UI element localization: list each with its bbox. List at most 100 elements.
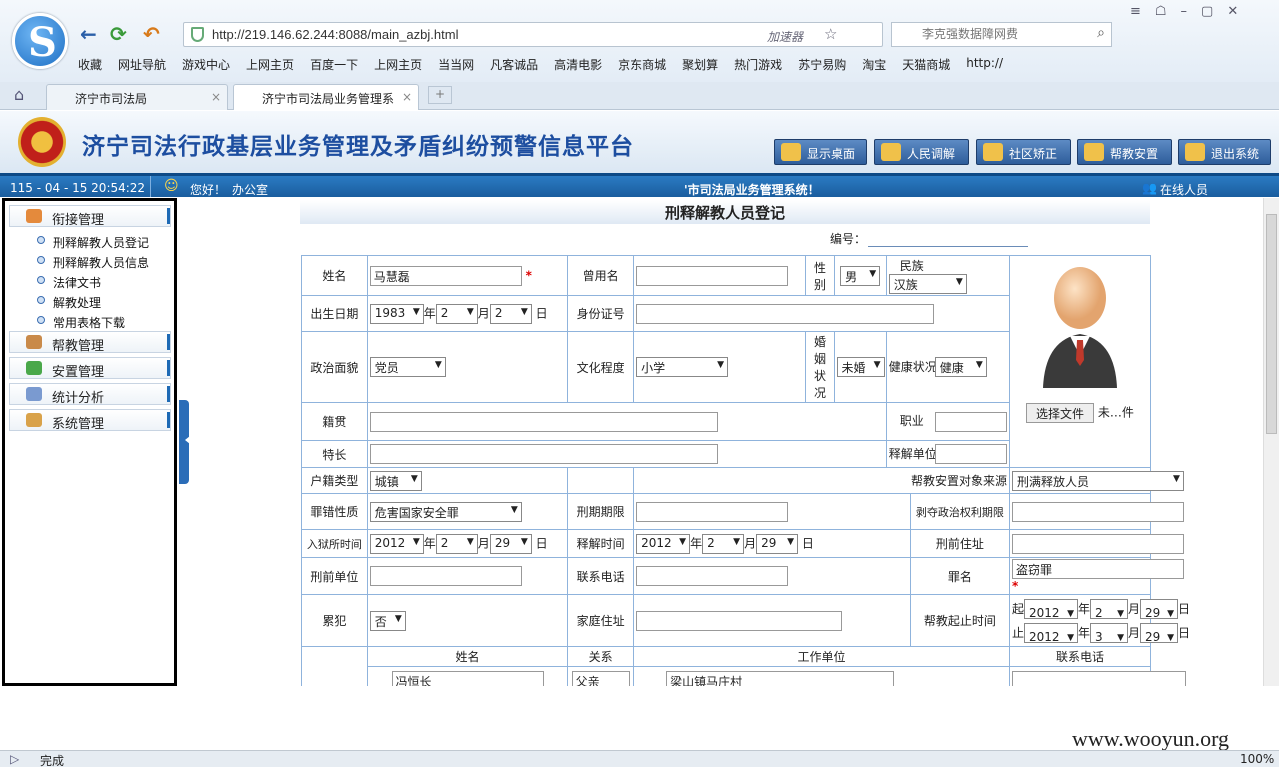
bookmark-item[interactable]: 凡客诚品 <box>490 56 538 76</box>
family-relation-input[interactable]: 父亲 <box>571 670 630 686</box>
release-unit-input[interactable] <box>934 444 1007 464</box>
logout-button[interactable]: 退出系统 <box>1178 139 1271 165</box>
education-select[interactable]: 小学 <box>636 357 729 377</box>
birth-day-select[interactable]: 2 <box>489 303 532 324</box>
crime-input[interactable]: 盗窃罪 <box>1011 559 1184 579</box>
source-select[interactable]: 刑满释放人员 <box>1011 470 1184 491</box>
gender-select[interactable]: 男 <box>840 265 881 286</box>
online-users-link[interactable]: 在线人员 <box>1160 181 1208 198</box>
prison-time-label: 入狱所时间 <box>301 529 368 558</box>
help-to-month-select[interactable]: 3 <box>1090 623 1128 650</box>
name-input[interactable]: 马慧磊 <box>369 265 522 286</box>
search-input[interactable] <box>922 27 1082 41</box>
refresh-icon[interactable]: ⟳ <box>110 22 127 46</box>
number-field[interactable] <box>868 246 1028 247</box>
search-icon[interactable]: ⌕ <box>1097 25 1105 41</box>
job-input[interactable] <box>934 411 1007 432</box>
release-day-select[interactable]: 29 <box>756 533 799 554</box>
bookmark-item[interactable]: 网址导航 <box>118 56 166 76</box>
sidebar-item[interactable]: 常用表格下载 <box>37 314 125 331</box>
bookmark-item[interactable]: 热门游戏 <box>734 56 782 76</box>
help-to-year-select[interactable]: 2012 <box>1023 623 1078 650</box>
alias-input[interactable] <box>636 265 789 286</box>
native-input[interactable] <box>369 411 718 432</box>
hukou-select[interactable]: 城镇 <box>369 470 422 491</box>
specialty-input[interactable] <box>369 444 718 464</box>
prison-year-select[interactable]: 2012 <box>369 533 424 554</box>
bookmark-item[interactable]: 收藏 <box>78 56 102 76</box>
birth-month-select[interactable]: 2 <box>435 303 478 324</box>
crime-type-select[interactable]: 危害国家安全罪 <box>369 501 522 522</box>
sidebar-section-placement[interactable]: 安置管理 <box>9 357 171 380</box>
bookmark-item[interactable]: 聚划算 <box>682 56 718 76</box>
sidebar-item[interactable]: 刑释解教人员登记 <box>37 234 149 251</box>
bookmark-item[interactable]: 高清电影 <box>554 56 602 76</box>
zoom-level[interactable]: 100% <box>1240 752 1274 766</box>
sidebar-section-link[interactable]: 衔接管理 <box>9 205 171 228</box>
sidebar-section-stats[interactable]: 统计分析 <box>9 383 171 406</box>
bookmark-item[interactable]: 上网主页 <box>374 56 422 76</box>
bookmark-item[interactable]: 游戏中心 <box>182 56 230 76</box>
family-phone-input[interactable] <box>1011 670 1186 686</box>
prev-addr-input[interactable] <box>1011 533 1184 554</box>
idcard-input[interactable] <box>636 303 935 324</box>
family-name-input[interactable]: 冯恒长 <box>391 670 544 686</box>
term-input[interactable] <box>636 501 789 522</box>
star-icon[interactable]: ☆ <box>824 25 837 43</box>
prison-month-select[interactable]: 2 <box>435 533 478 554</box>
release-month-select[interactable]: 2 <box>702 533 745 554</box>
home-icon[interactable]: ⌂ <box>14 85 24 104</box>
help-from-month-select[interactable]: 2 <box>1090 599 1128 626</box>
window-controls[interactable]: ≡☖–▢✕ <box>1130 4 1252 19</box>
sidebar-section-help[interactable]: 帮教管理 <box>9 331 171 354</box>
search-box[interactable]: ⌕ <box>891 22 1112 47</box>
sidebar-item[interactable]: 法律文书 <box>37 274 101 291</box>
url-text[interactable]: http://219.146.62.244:8088/main_azbj.htm… <box>212 27 458 42</box>
photo-cell: 选择文件 未…件 <box>1008 255 1152 468</box>
close-icon[interactable]: × <box>402 90 412 104</box>
bookmark-item[interactable]: 京东商城 <box>618 56 666 76</box>
prison-day-select[interactable]: 29 <box>489 533 532 554</box>
bookmark-item[interactable]: 天猫商城 <box>902 56 950 76</box>
help-to-day-select[interactable]: 29 <box>1140 623 1179 650</box>
tab-2[interactable]: 济宁市司法局业务管理系 × <box>233 84 419 110</box>
new-tab-button[interactable]: + <box>428 86 452 104</box>
marital-select[interactable]: 未婚 <box>836 357 885 377</box>
close-icon[interactable]: × <box>211 90 221 104</box>
health-select[interactable]: 健康 <box>934 357 987 377</box>
back-icon[interactable]: ← <box>80 22 97 46</box>
undo-icon[interactable]: ↶ <box>143 22 160 46</box>
ethnic-select[interactable]: 汉族 <box>888 274 967 294</box>
community-button[interactable]: 社区矫正 <box>976 139 1071 165</box>
vertical-scrollbar[interactable] <box>1263 198 1279 686</box>
sidebar-section-system[interactable]: 系统管理 <box>9 409 171 432</box>
bookmark-item[interactable]: 苏宁易购 <box>798 56 846 76</box>
birth-year-select[interactable]: 1983 <box>369 303 424 324</box>
show-desktop-button[interactable]: 显示桌面 <box>774 139 867 165</box>
home-addr-input[interactable] <box>636 610 843 631</box>
choose-file-button[interactable]: 选择文件 <box>1026 403 1095 423</box>
address-bar[interactable]: http://219.146.62.244:8088/main_azbj.htm… <box>183 22 883 47</box>
sidebar-item[interactable]: 刑释解教人员信息 <box>37 254 149 271</box>
sidebar-item[interactable]: 解教处理 <box>37 294 101 311</box>
bookmark-item[interactable]: http:// <box>966 56 1003 76</box>
placement-button[interactable]: 帮教安置 <box>1077 139 1172 165</box>
bookmark-item[interactable]: 百度一下 <box>310 56 358 76</box>
recid-select[interactable]: 否 <box>369 610 406 631</box>
bookmark-item[interactable]: 当当网 <box>438 56 474 76</box>
phone-input[interactable] <box>636 566 789 586</box>
release-year-select[interactable]: 2012 <box>636 533 691 554</box>
mediation-button[interactable]: 人民调解 <box>874 139 969 165</box>
bookmark-item[interactable]: 上网主页 <box>246 56 294 76</box>
bookmark-item[interactable]: 淘宝 <box>862 56 886 76</box>
political-select[interactable]: 党员 <box>369 357 446 377</box>
help-from-day-select[interactable]: 29 <box>1140 599 1179 626</box>
prev-unit-input[interactable] <box>369 566 522 586</box>
scrollbar-thumb[interactable] <box>1266 214 1277 434</box>
help-from-year-select[interactable]: 2012 <box>1023 599 1078 626</box>
tab-1[interactable]: 济宁市司法局 × <box>46 84 228 110</box>
sidebar-collapse-handle[interactable] <box>179 400 190 484</box>
deprive-input[interactable] <box>1011 501 1184 522</box>
family-unit-input[interactable]: 梁山镇马庄村 <box>666 670 895 686</box>
accelerator-label[interactable]: 加速器 <box>767 28 803 45</box>
